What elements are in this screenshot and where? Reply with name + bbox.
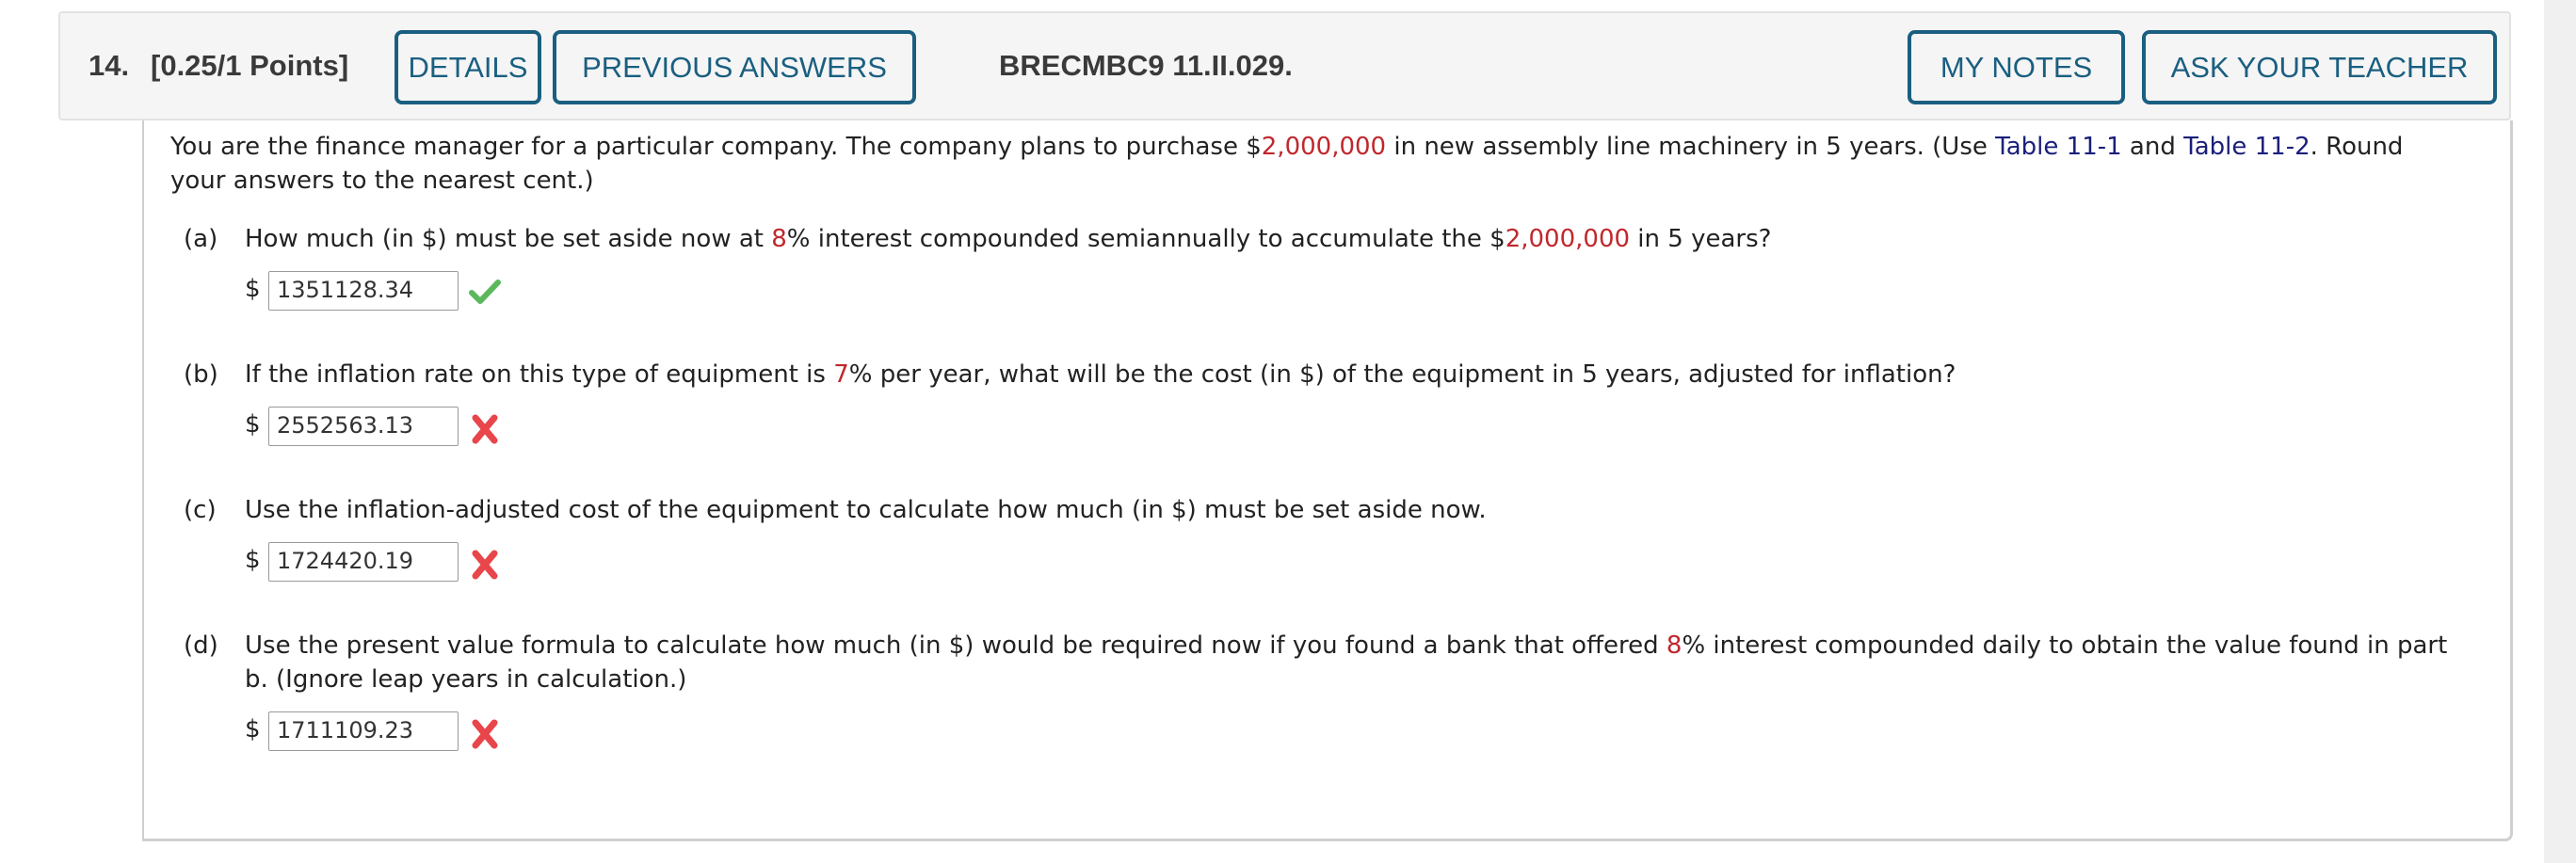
currency-symbol: $: [245, 275, 261, 303]
question-number: 14.: [89, 49, 130, 82]
part-label: (b): [184, 360, 218, 389]
answer-input-d[interactable]: 1711109.23: [268, 711, 459, 751]
part-question: If the inflation rate on this type of eq…: [245, 360, 1956, 389]
part-question: Use the present value formula to calcula…: [245, 631, 2448, 660]
answer-input-a[interactable]: 1351128.34: [268, 271, 459, 311]
x-icon: [472, 414, 498, 444]
ask-your-teacher-button[interactable]: ASK YOUR TEACHER: [2142, 30, 2497, 104]
answer-input-c[interactable]: 1724420.19: [268, 542, 459, 582]
details-button[interactable]: DETAILS: [394, 30, 541, 104]
question-header: 14. [0.25/1 Points] DETAILS PREVIOUS ANS…: [58, 11, 2511, 120]
part-question-line-2: b. (Ignore leap years in calculation.): [245, 665, 687, 694]
table-11-2-link[interactable]: Table 11-2: [2183, 133, 2310, 161]
currency-symbol: $: [245, 546, 261, 574]
answer-input-b[interactable]: 2552563.13: [268, 407, 459, 446]
points-score: [0.25/1 Points]: [151, 49, 349, 82]
question-body: You are the finance manager for a partic…: [142, 120, 2513, 841]
my-notes-button[interactable]: MY NOTES: [1908, 30, 2125, 104]
currency-symbol: $: [245, 410, 261, 439]
page-side-strip: [2544, 0, 2576, 863]
check-icon: [469, 280, 501, 304]
intro-line-1: You are the finance manager for a partic…: [170, 133, 2404, 161]
part-label: (d): [184, 631, 218, 660]
intro-line-2: your answers to the nearest cent.): [170, 167, 594, 195]
x-icon: [472, 550, 498, 580]
previous-answers-button[interactable]: PREVIOUS ANSWERS: [553, 30, 916, 104]
currency-symbol: $: [245, 715, 261, 743]
part-question: Use the inflation-adjusted cost of the e…: [245, 496, 1487, 524]
table-11-1-link[interactable]: Table 11-1: [1995, 133, 2122, 161]
problem-code: BRECMBC9 11.II.029.: [999, 49, 1293, 82]
part-label: (a): [184, 225, 218, 253]
part-question: How much (in $) must be set aside now at…: [245, 225, 1772, 253]
purchase-amount: 2,000,000: [1261, 133, 1387, 161]
part-label: (c): [184, 496, 217, 524]
x-icon: [472, 719, 498, 749]
